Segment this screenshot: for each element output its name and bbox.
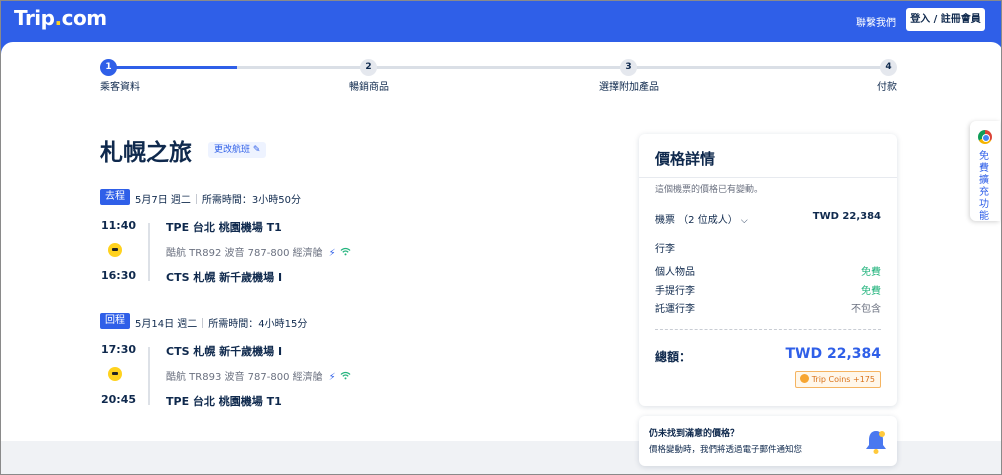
trip-title: 札幌之旅 <box>100 140 192 166</box>
tickets-amount: TWD 22,384 <box>812 211 881 222</box>
login-register-button[interactable]: 登入 / 註冊會員 <box>906 8 985 31</box>
step-3-label: 選擇附加產品 <box>599 82 659 93</box>
free-extension-tab[interactable]: 免費擴充功能 <box>970 121 1000 222</box>
outbound-arrive-airport: CTS 札幌 新千歲機場 I <box>166 271 283 284</box>
power-icon: ⚡ <box>328 372 336 383</box>
inbound-route-line <box>148 347 150 405</box>
divider <box>202 318 204 328</box>
chrome-icon <box>978 130 992 144</box>
step-2-circle: 2 <box>360 59 377 76</box>
wifi-icon <box>340 371 351 383</box>
contact-us-link[interactable]: 聯繫我們 <box>856 14 896 29</box>
price-alert-card[interactable]: 仍未找到滿意的價格？ 價格變動時，我們將透過電子郵件通知您 <box>639 416 897 466</box>
scoot-airline-icon <box>108 367 122 381</box>
inbound-tag: 回程 <box>100 313 130 329</box>
inbound-depart-time: 17:30 <box>101 343 137 356</box>
chevron-down-icon: ⌵ <box>740 216 748 226</box>
step-2-label: 暢銷商品 <box>349 82 389 93</box>
outbound-arrive-time: 16:30 <box>101 269 137 282</box>
outbound-info: 5月7日 週二 所需時間：3小時50分 <box>135 191 301 206</box>
coin-icon <box>799 374 809 383</box>
step-1-circle: 1 <box>100 59 117 76</box>
scoot-airline-icon <box>108 243 122 257</box>
inbound-date: 5月14日 週二 <box>135 319 198 330</box>
step-4-label: 付款 <box>877 82 897 93</box>
outbound-tag: 去程 <box>100 189 130 205</box>
baggage-personal-label: 個人物品 <box>655 267 695 278</box>
free-extension-label: 免費擴充功能 <box>979 151 989 222</box>
divider <box>195 194 197 204</box>
power-icon: ⚡ <box>328 248 336 259</box>
inbound-flight-info: 酷航 TR893 波音 787-800 經濟艙 ⚡ <box>166 368 351 383</box>
total-amount: TWD 22,384 <box>785 346 881 362</box>
wifi-icon <box>340 247 351 259</box>
outbound-depart-airport: TPE 台北 桃園機場 T1 <box>166 221 282 234</box>
baggage-checked-value: 不包含 <box>851 304 881 315</box>
baggage-carryon-label: 手提行李 <box>655 286 695 297</box>
change-flight-button[interactable]: 更改航班 ✎ <box>208 142 267 158</box>
inbound-info: 5月14日 週二 所需時間：4小時15分 <box>135 315 307 330</box>
outbound-depart-time: 11:40 <box>101 219 137 232</box>
edit-icon: ✎ <box>252 145 261 155</box>
bell-icon <box>865 429 887 459</box>
baggage-heading: 行李 <box>655 244 675 255</box>
price-details-card: 價格詳情 這個機票的價格已有變動。 機票 （2 位成人） ⌵ TWD 22,38… <box>639 134 897 406</box>
baggage-carryon-value: 免費 <box>861 286 881 297</box>
outbound-route-line <box>148 223 150 281</box>
step-3-circle: 3 <box>620 59 637 76</box>
outbound-flight-info: 酷航 TR892 波音 787-800 經濟艙 ⚡ <box>166 244 351 259</box>
outbound-date: 5月7日 週二 <box>135 195 191 206</box>
inbound-depart-airport: CTS 札幌 新千歲機場 I <box>166 345 283 358</box>
page-frame: Trip.com 聯繫我們 登入 / 註冊會員 1 乘客資料 2 暢銷商品 3 … <box>0 0 1002 475</box>
divider <box>639 177 897 178</box>
price-alert-subtitle: 價格變動時，我們將透過電子郵件通知您 <box>649 445 803 455</box>
total-label: 總額： <box>655 350 692 364</box>
step-progress-active <box>109 66 237 69</box>
outbound-duration: 所需時間：3小時50分 <box>201 195 301 206</box>
inbound-arrive-time: 20:45 <box>101 393 137 406</box>
baggage-checked-label: 託運行李 <box>655 304 695 315</box>
trip-coins-badge: Trip Coins +175 <box>794 371 881 388</box>
price-alert-title: 仍未找到滿意的價格？ <box>649 429 740 439</box>
trip-logo[interactable]: Trip.com <box>14 6 107 30</box>
price-details-title: 價格詳情 <box>655 150 716 168</box>
step-progress-track <box>237 66 889 69</box>
inbound-duration: 所需時間：4小時15分 <box>208 319 308 330</box>
step-4-circle: 4 <box>880 59 897 76</box>
baggage-personal-value: 免費 <box>861 267 881 278</box>
tickets-toggle[interactable]: 機票 （2 位成人） ⌵ <box>655 211 748 226</box>
inbound-arrive-airport: TPE 台北 桃園機場 T1 <box>166 395 282 408</box>
divider <box>655 329 881 330</box>
step-1-label: 乘客資料 <box>100 82 140 93</box>
price-change-note: 這個機票的價格已有變動。 <box>655 185 764 195</box>
